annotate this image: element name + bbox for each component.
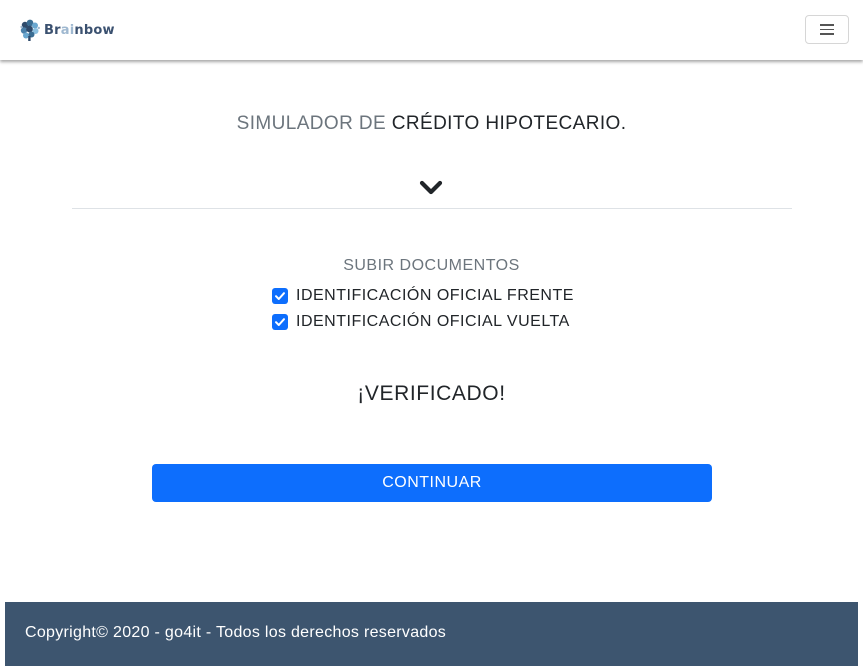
document-front-checkbox[interactable] <box>272 288 288 304</box>
upload-section-title: SUBIR DOCUMENTOS <box>343 257 520 274</box>
hamburger-menu-icon <box>820 21 834 38</box>
page-title-prefix: SIMULADOR DE <box>236 113 387 134</box>
footer: Copyright© 2020 - go4it - Todos los dere… <box>5 602 858 666</box>
page-title: SIMULADOR DE CRÉDITO HIPOTECARIO. <box>0 113 863 135</box>
document-back-label[interactable]: IDENTIFICACIÓN OFICIAL VUELTA <box>296 313 570 331</box>
continue-button[interactable]: CONTINUAR <box>152 464 712 502</box>
checkmark-icon <box>275 292 285 300</box>
document-item-back: IDENTIFICACIÓN OFICIAL VUELTA <box>272 312 570 332</box>
document-item-front: IDENTIFICACIÓN OFICIAL FRENTE <box>272 286 574 306</box>
document-front-label[interactable]: IDENTIFICACIÓN OFICIAL FRENTE <box>296 287 574 305</box>
brain-icon <box>20 19 40 41</box>
menu-toggle-button[interactable] <box>805 15 849 44</box>
brand-logo[interactable]: Brainbow <box>19 17 115 43</box>
footer-copyright: Copyright© 2020 - go4it - Todos los dere… <box>25 624 447 641</box>
chevron-down-icon[interactable] <box>419 180 443 196</box>
divider <box>72 208 792 209</box>
navbar: Brainbow <box>0 0 863 60</box>
page: Brainbow SIMULADOR DE CRÉDITO HIPOTECARI… <box>0 0 863 671</box>
checkmark-icon <box>275 318 285 326</box>
document-back-checkbox[interactable] <box>272 314 288 330</box>
verification-status: ¡VERIFICADO! <box>357 382 506 405</box>
brand-name: Brainbow <box>44 22 115 38</box>
page-title-main: CRÉDITO HIPOTECARIO. <box>391 113 627 134</box>
